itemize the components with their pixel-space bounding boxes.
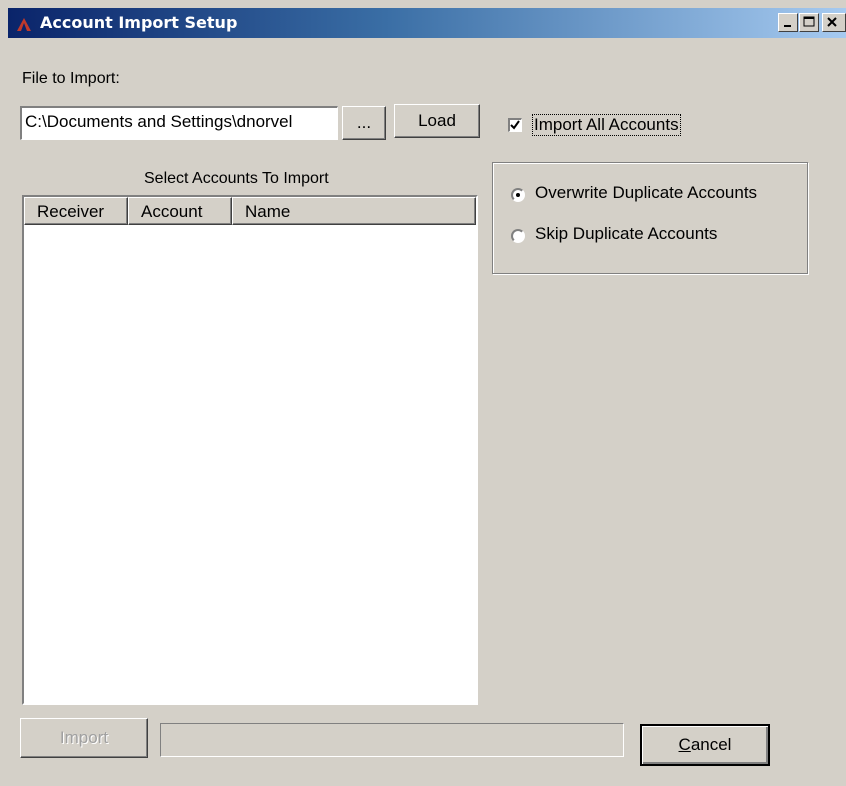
- radio-selected-dot: [516, 193, 520, 197]
- file-path-input[interactable]: C:\Documents and Settings\dnorvel: [20, 106, 338, 140]
- column-header-name[interactable]: Name: [232, 197, 476, 225]
- cancel-label-rest: ancel: [690, 735, 732, 754]
- load-button[interactable]: Load: [394, 104, 480, 138]
- column-header-receiver[interactable]: Receiver: [24, 197, 128, 225]
- select-accounts-heading: Select Accounts To Import: [144, 170, 329, 187]
- cancel-button[interactable]: Cancel: [640, 724, 770, 766]
- maximize-button[interactable]: [799, 13, 819, 32]
- file-to-import-label: File to Import:: [22, 70, 120, 87]
- column-header-account[interactable]: Account: [128, 197, 232, 225]
- minimize-icon: [784, 25, 791, 27]
- overwrite-duplicates-label[interactable]: Overwrite Duplicate Accounts: [535, 183, 757, 203]
- minimize-button[interactable]: [778, 13, 798, 32]
- app-logo-icon: [17, 18, 31, 31]
- title-bar[interactable]: Account Import Setup: [8, 8, 846, 38]
- list-header: Receiver Account Name: [24, 197, 476, 225]
- duplicate-options-group: Overwrite Duplicate Accounts Skip Duplic…: [492, 162, 808, 274]
- skip-duplicates-label[interactable]: Skip Duplicate Accounts: [535, 224, 717, 244]
- window-title: Account Import Setup: [40, 13, 238, 32]
- import-all-checkbox[interactable]: [508, 118, 522, 132]
- overwrite-duplicates-radio[interactable]: [511, 188, 525, 202]
- checkmark-icon: [510, 120, 520, 130]
- skip-duplicates-radio[interactable]: [511, 229, 525, 243]
- import-all-label[interactable]: Import All Accounts: [532, 114, 681, 136]
- close-icon: [827, 17, 837, 27]
- import-progress-bar: [160, 723, 624, 757]
- browse-button[interactable]: ...: [342, 106, 386, 140]
- close-button[interactable]: [822, 13, 846, 32]
- import-button[interactable]: Import: [20, 718, 148, 758]
- accounts-list[interactable]: Receiver Account Name: [22, 195, 478, 705]
- cancel-accelerator: C: [678, 735, 691, 754]
- maximize-icon: [803, 16, 815, 27]
